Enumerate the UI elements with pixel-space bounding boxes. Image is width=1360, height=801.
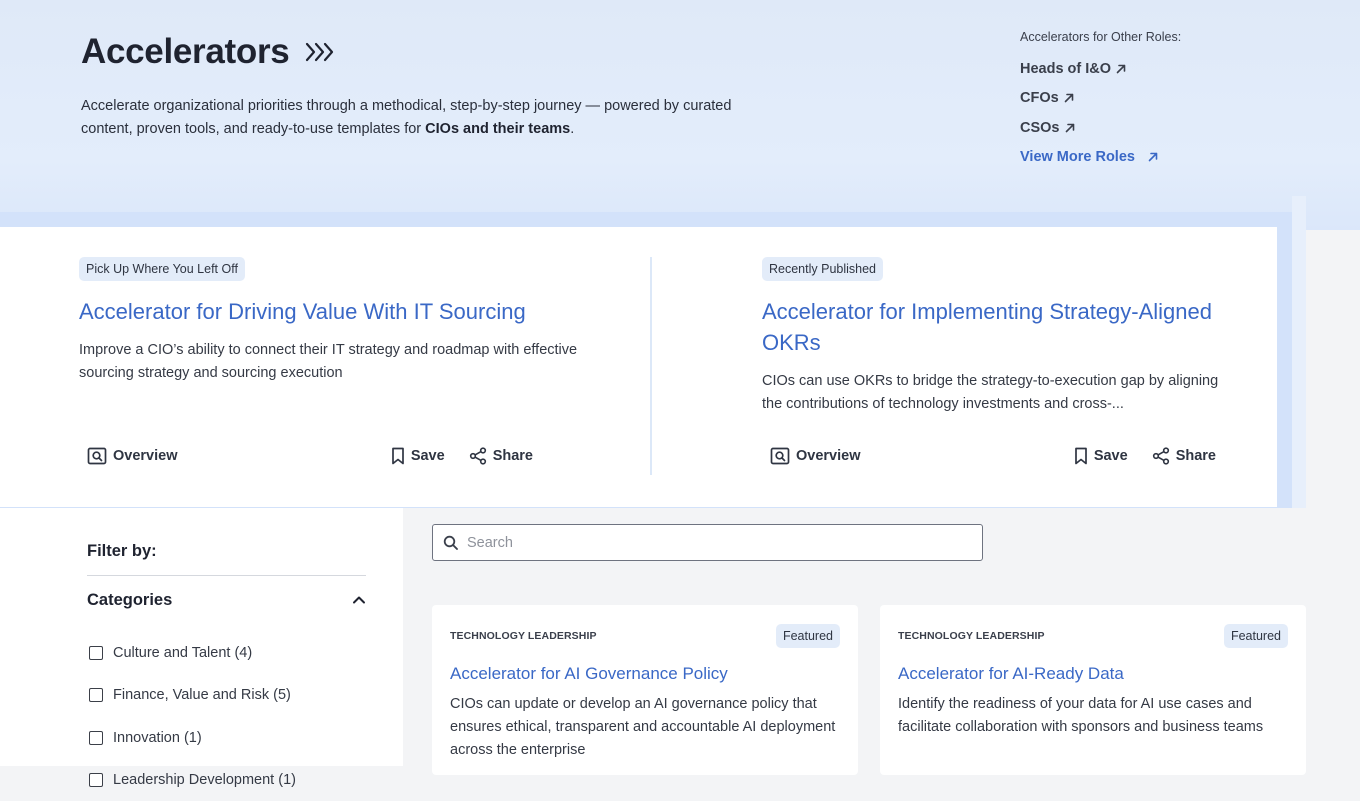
save-button[interactable]: Save xyxy=(1074,447,1128,465)
featured-card-continue: Pick Up Where You Left Off Accelerator f… xyxy=(79,257,619,385)
categories-toggle[interactable]: Categories xyxy=(87,588,366,612)
overview-magnifier-icon xyxy=(87,447,107,465)
search-input[interactable] xyxy=(467,534,947,551)
external-arrow-icon xyxy=(1116,64,1126,74)
featured-card-title[interactable]: Accelerator for Driving Value With IT So… xyxy=(79,296,619,327)
category-checkbox[interactable] xyxy=(89,646,103,661)
other-roles-panel: Accelerators for Other Roles: Heads of I… xyxy=(1020,30,1181,172)
other-roles-heading: Accelerators for Other Roles: xyxy=(1020,30,1182,44)
filter-sidebar: Filter by: Categories Culture and Talent… xyxy=(0,508,403,788)
featured-divider xyxy=(650,257,652,475)
result-category: TECHNOLOGY LEADERSHIP xyxy=(450,630,597,642)
featured-card-description: Improve a CIO’s ability to connect their… xyxy=(79,342,578,381)
triple-chevron-right-icon xyxy=(305,41,335,63)
result-description: CIOs can update or develop an AI governa… xyxy=(450,696,836,758)
filter-heading: Filter by: xyxy=(87,542,157,560)
result-card[interactable]: TECHNOLOGY LEADERSHIP Featured Accelerat… xyxy=(880,605,1306,775)
share-button[interactable]: Share xyxy=(1152,447,1216,465)
page-title: Accelerators xyxy=(81,32,290,71)
category-option[interactable]: Finance, Value and Risk (5) xyxy=(89,674,296,716)
search-field[interactable] xyxy=(432,524,983,561)
category-checkbox[interactable] xyxy=(89,730,103,745)
featured-card-actions: Overview Save Share xyxy=(87,443,533,469)
featured-card-recent: Recently Published Accelerator for Imple… xyxy=(762,257,1232,416)
result-description: Identify the readiness of your data for … xyxy=(898,696,1264,735)
featured-card-actions: Overview Save Share xyxy=(770,443,1216,469)
category-option[interactable]: Leadership Development (1) xyxy=(89,759,296,801)
role-link-heads-of-io[interactable]: Heads of I&O xyxy=(1020,54,1181,84)
result-title[interactable]: Accelerator for AI Governance Policy xyxy=(450,664,728,684)
feature-band-edge xyxy=(1292,196,1306,508)
category-option[interactable]: Innovation (1) xyxy=(89,717,296,759)
hero-title-row: Accelerators xyxy=(81,32,335,72)
external-arrow-icon xyxy=(1148,152,1158,162)
external-arrow-icon xyxy=(1064,93,1073,103)
featured-card-title[interactable]: Accelerator for Implementing Strategy-Al… xyxy=(762,296,1232,358)
bookmark-icon xyxy=(391,447,404,465)
search-icon xyxy=(443,535,458,550)
category-checkbox[interactable] xyxy=(89,688,103,703)
category-option[interactable]: Culture and Talent (4) xyxy=(89,632,296,674)
bookmark-icon xyxy=(1074,447,1087,465)
hero-audience: CIOs and their teams xyxy=(425,121,571,137)
view-more-roles-link[interactable]: View More Roles xyxy=(1020,143,1181,173)
role-link-cfos[interactable]: CFOs xyxy=(1020,84,1181,114)
featured-tag: Recently Published xyxy=(762,257,884,281)
result-title[interactable]: Accelerator for AI-Ready Data xyxy=(898,664,1124,684)
category-list: Culture and Talent (4) Finance, Value an… xyxy=(89,632,296,801)
filter-divider xyxy=(87,575,366,576)
hero-description: Accelerate organizational priorities thr… xyxy=(81,98,732,137)
chevron-up-icon xyxy=(353,596,365,604)
overview-button[interactable]: Overview xyxy=(770,447,861,465)
hero-banner: Accelerators Accelerate organizational p… xyxy=(0,0,1360,230)
featured-badge: Featured xyxy=(1223,624,1288,648)
save-button[interactable]: Save xyxy=(391,447,445,465)
category-checkbox[interactable] xyxy=(89,773,103,788)
overview-magnifier-icon xyxy=(770,447,790,465)
featured-badge: Featured xyxy=(775,624,840,648)
result-card[interactable]: TECHNOLOGY LEADERSHIP Featured Accelerat… xyxy=(432,605,858,775)
featured-card-description: CIOs can use OKRs to bridge the strategy… xyxy=(762,373,1219,412)
featured-accelerators-panel: Pick Up Where You Left Off Accelerator f… xyxy=(0,227,1277,507)
role-link-csos[interactable]: CSOs xyxy=(1020,113,1181,143)
result-category: TECHNOLOGY LEADERSHIP xyxy=(898,630,1045,642)
featured-tag: Pick Up Where You Left Off xyxy=(79,257,245,281)
overview-button[interactable]: Overview xyxy=(87,447,178,465)
share-icon xyxy=(469,447,486,465)
categories-heading: Categories xyxy=(87,590,173,609)
share-button[interactable]: Share xyxy=(469,447,533,465)
share-icon xyxy=(1152,447,1169,465)
external-arrow-icon xyxy=(1065,123,1074,133)
